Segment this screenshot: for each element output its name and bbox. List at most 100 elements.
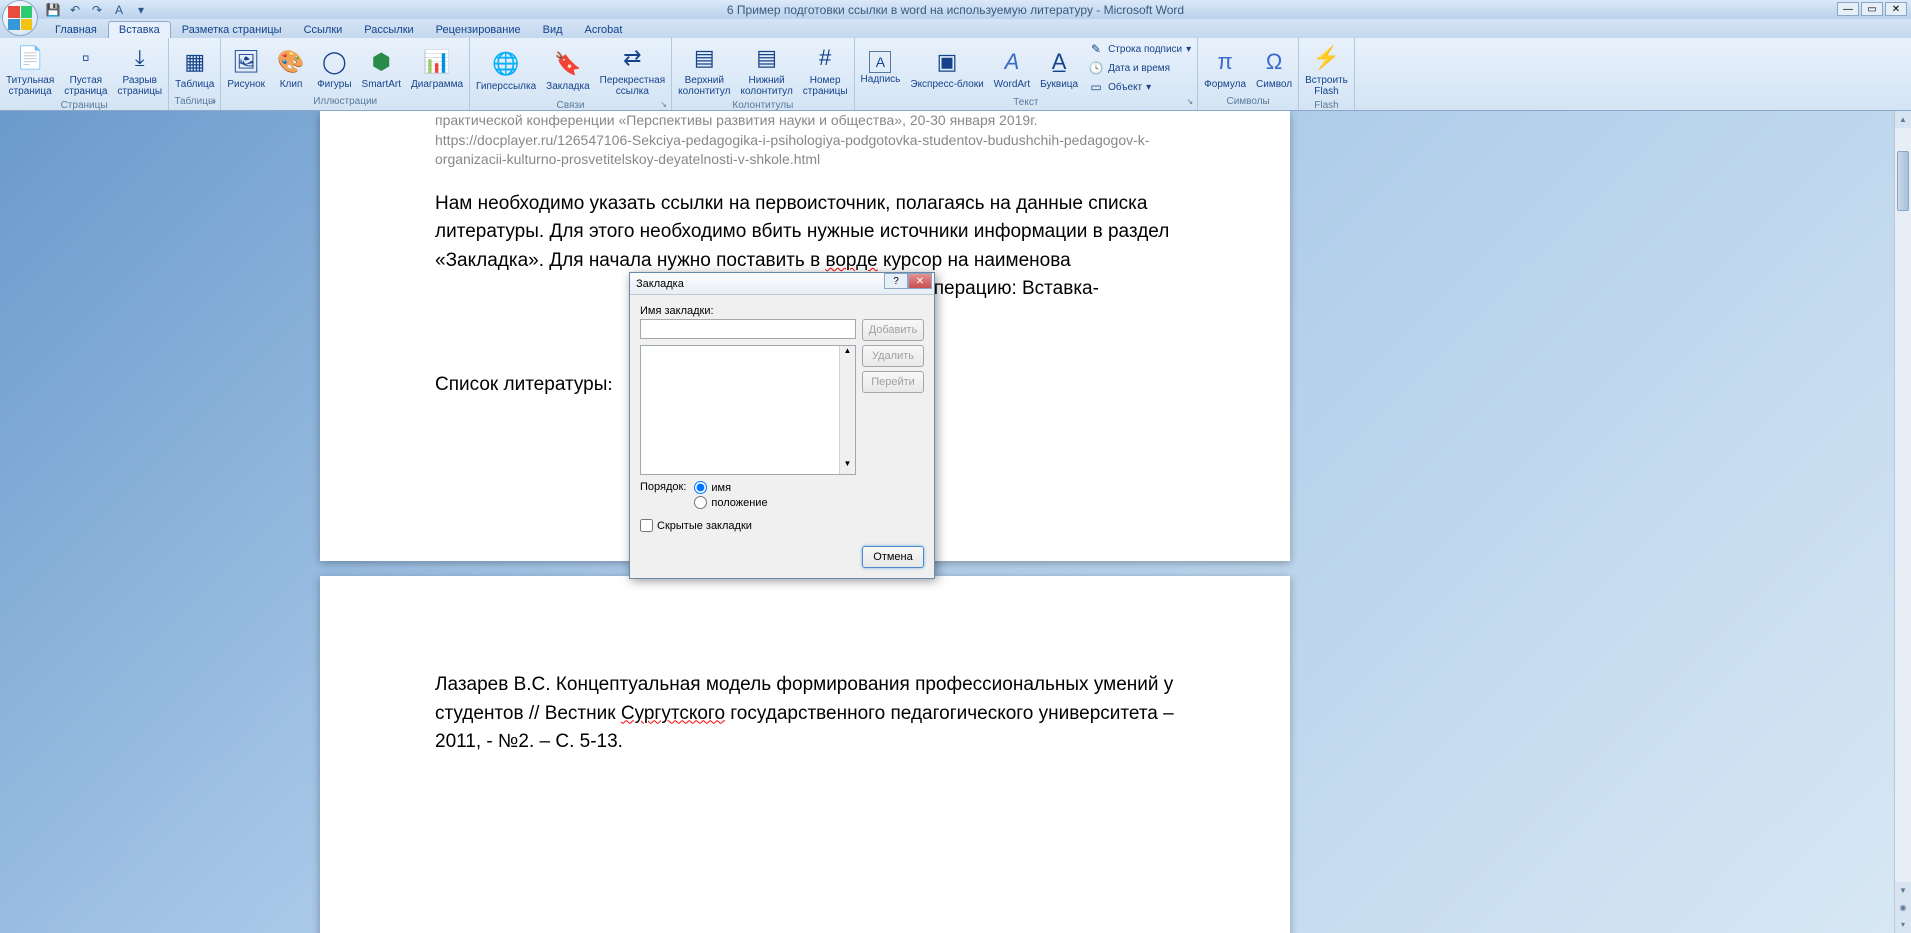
smartart-button[interactable]: ⬢SmartArt xyxy=(358,44,405,92)
object-button[interactable]: ▭Объект ▾ xyxy=(1084,78,1195,96)
group-flash: ⚡Встроить Flash Flash xyxy=(1299,38,1355,110)
list-scroll-down-icon[interactable]: ▼ xyxy=(840,459,855,474)
title-bar: 💾 ↶ ↷ A ▾ 6 Пример подготовки ссылки в w… xyxy=(0,0,1911,19)
sort-label: Порядок: xyxy=(640,481,686,493)
bookmark-button[interactable]: 🔖Закладка xyxy=(542,46,593,94)
picture-button[interactable]: 🖼Рисунок xyxy=(223,44,269,92)
sigline-button[interactable]: ✎Строка подписи ▾ xyxy=(1084,40,1195,58)
sort-name-radio[interactable]: имя xyxy=(694,481,767,494)
dialog-body: Имя закладки: Добавить ▲ ▼ Удалить Перей… xyxy=(630,295,934,578)
quickparts-icon: ▣ xyxy=(931,46,963,78)
cover-page-button[interactable]: 📄Титульная страница xyxy=(2,40,58,99)
prev-page-button[interactable]: ◉ xyxy=(1895,899,1911,916)
list-scroll-up-icon[interactable]: ▲ xyxy=(840,346,855,361)
dialog-close-button[interactable]: ✕ xyxy=(908,273,932,289)
tab-acrobat[interactable]: Acrobat xyxy=(574,21,634,38)
clip-button[interactable]: 🎨Клип xyxy=(271,44,311,92)
chart-button[interactable]: 📊Диаграмма xyxy=(407,44,467,92)
cancel-button[interactable]: Отмена xyxy=(862,546,924,568)
textbox-button[interactable]: AНадпись xyxy=(857,49,905,87)
datetime-button[interactable]: 🕓Дата и время xyxy=(1084,59,1195,77)
header-icon: ▤ xyxy=(688,42,720,74)
chart-icon: 📊 xyxy=(421,46,453,78)
dropcap-button[interactable]: A̲Буквица xyxy=(1036,44,1082,92)
bookmark-name-label: Имя закладки: xyxy=(640,305,924,317)
scroll-up-button[interactable]: ▲ xyxy=(1895,111,1911,128)
minimize-button[interactable]: — xyxy=(1837,2,1859,16)
ribbon: 📄Титульная страница ▫Пустая страница ⤓Ра… xyxy=(0,38,1911,111)
group-tables-label: Таблицы xyxy=(171,95,218,108)
maximize-button[interactable]: ▭ xyxy=(1861,2,1883,16)
group-tables: ▦Таблица Таблицы xyxy=(169,38,221,110)
doc-paragraph-2: Лазарев В.С. Концептуальная модель форми… xyxy=(435,671,1175,757)
equation-button[interactable]: πФормула xyxy=(1200,44,1250,92)
group-illustrations: 🖼Рисунок 🎨Клип ◯Фигуры ⬢SmartArt 📊Диагра… xyxy=(221,38,470,110)
close-button[interactable]: ✕ xyxy=(1885,2,1907,16)
footer-icon: ▤ xyxy=(751,42,783,74)
sort-location-radio[interactable]: положение xyxy=(694,496,767,509)
page-break-button[interactable]: ⤓Разрыв страницы xyxy=(113,40,166,99)
document-page-2[interactable]: Лазарев В.С. Концептуальная модель форми… xyxy=(320,576,1290,933)
pagenum-button[interactable]: #Номер страницы xyxy=(799,40,852,99)
undo-icon[interactable]: ↶ xyxy=(66,2,84,18)
dropcap-icon: A̲ xyxy=(1043,46,1075,78)
group-headerfooter: ▤Верхний колонтитул ▤Нижний колонтитул #… xyxy=(672,38,854,110)
tab-view[interactable]: Вид xyxy=(532,21,574,38)
smartart-icon: ⬢ xyxy=(365,46,397,78)
hyperlink-icon: 🌐 xyxy=(490,48,522,80)
bookmark-dialog: Закладка ? ✕ Имя закладки: Добавить ▲ ▼ … xyxy=(629,272,935,579)
quickparts-button[interactable]: ▣Экспресс-блоки xyxy=(906,44,987,92)
sigline-icon: ✎ xyxy=(1088,41,1104,57)
vertical-scrollbar[interactable]: ▲ ▼ ◉ ▾ xyxy=(1894,111,1911,933)
tab-mailings[interactable]: Рассылки xyxy=(353,21,424,38)
group-text-label: Текст xyxy=(857,96,1196,109)
tab-home[interactable]: Главная xyxy=(44,21,108,38)
table-button[interactable]: ▦Таблица xyxy=(171,44,218,92)
footer-button[interactable]: ▤Нижний колонтитул xyxy=(736,40,796,99)
goto-button[interactable]: Перейти xyxy=(862,371,924,393)
crossref-icon: ⇄ xyxy=(616,42,648,74)
hidden-bookmarks-checkbox[interactable]: Скрытые закладки xyxy=(640,519,924,532)
textbox-icon: A xyxy=(869,51,891,73)
picture-icon: 🖼 xyxy=(230,46,262,78)
scroll-down-button[interactable]: ▼ xyxy=(1895,882,1911,899)
next-page-button[interactable]: ▾ xyxy=(1895,916,1911,933)
list-scrollbar[interactable]: ▲ ▼ xyxy=(839,346,855,474)
window-title: 6 Пример подготовки ссылки в word на исп… xyxy=(727,3,1184,17)
office-button[interactable] xyxy=(2,0,38,36)
dialog-title-bar[interactable]: Закладка ? ✕ xyxy=(630,273,934,295)
pagenum-icon: # xyxy=(809,42,841,74)
scroll-thumb[interactable] xyxy=(1897,151,1909,211)
object-icon: ▭ xyxy=(1088,79,1104,95)
bookmark-list[interactable]: ▲ ▼ xyxy=(640,345,856,475)
tab-references[interactable]: Ссылки xyxy=(293,21,354,38)
crossref-button[interactable]: ⇄Перекрестная ссылка xyxy=(596,40,669,99)
delete-button[interactable]: Удалить xyxy=(862,345,924,367)
group-illustrations-label: Иллюстрации xyxy=(223,95,467,108)
group-symbols-label: Символы xyxy=(1200,95,1296,108)
flash-icon: ⚡ xyxy=(1310,42,1342,74)
tab-layout[interactable]: Разметка страницы xyxy=(171,21,293,38)
save-icon[interactable]: 💾 xyxy=(44,2,62,18)
redo-icon[interactable]: ↷ xyxy=(88,2,106,18)
blank-page-icon: ▫ xyxy=(70,42,102,74)
tab-review[interactable]: Рецензирование xyxy=(425,21,532,38)
bookmark-name-input[interactable] xyxy=(640,319,856,339)
clip-icon: 🎨 xyxy=(275,46,307,78)
shapes-icon: ◯ xyxy=(318,46,350,78)
doc-grey-text: практической конференции «Перспективы ра… xyxy=(435,111,1175,170)
wordart-button[interactable]: AWordArt xyxy=(990,44,1035,92)
qat-dropdown-icon[interactable]: ▾ xyxy=(132,2,150,18)
add-button[interactable]: Добавить xyxy=(862,319,924,341)
embed-flash-button[interactable]: ⚡Встроить Flash xyxy=(1301,40,1352,99)
blank-page-button[interactable]: ▫Пустая страница xyxy=(60,40,111,99)
tab-insert[interactable]: Вставка xyxy=(108,21,171,38)
dialog-help-button[interactable]: ? xyxy=(884,273,908,289)
shapes-button[interactable]: ◯Фигуры xyxy=(313,44,355,92)
symbol-button[interactable]: ΩСимвол xyxy=(1252,44,1296,92)
wordart-icon: A xyxy=(996,46,1028,78)
ribbon-tabs: Главная Вставка Разметка страницы Ссылки… xyxy=(0,19,1911,38)
qat-extra-icon[interactable]: A xyxy=(110,2,128,18)
hyperlink-button[interactable]: 🌐Гиперссылка xyxy=(472,46,540,94)
header-button[interactable]: ▤Верхний колонтитул xyxy=(674,40,734,99)
